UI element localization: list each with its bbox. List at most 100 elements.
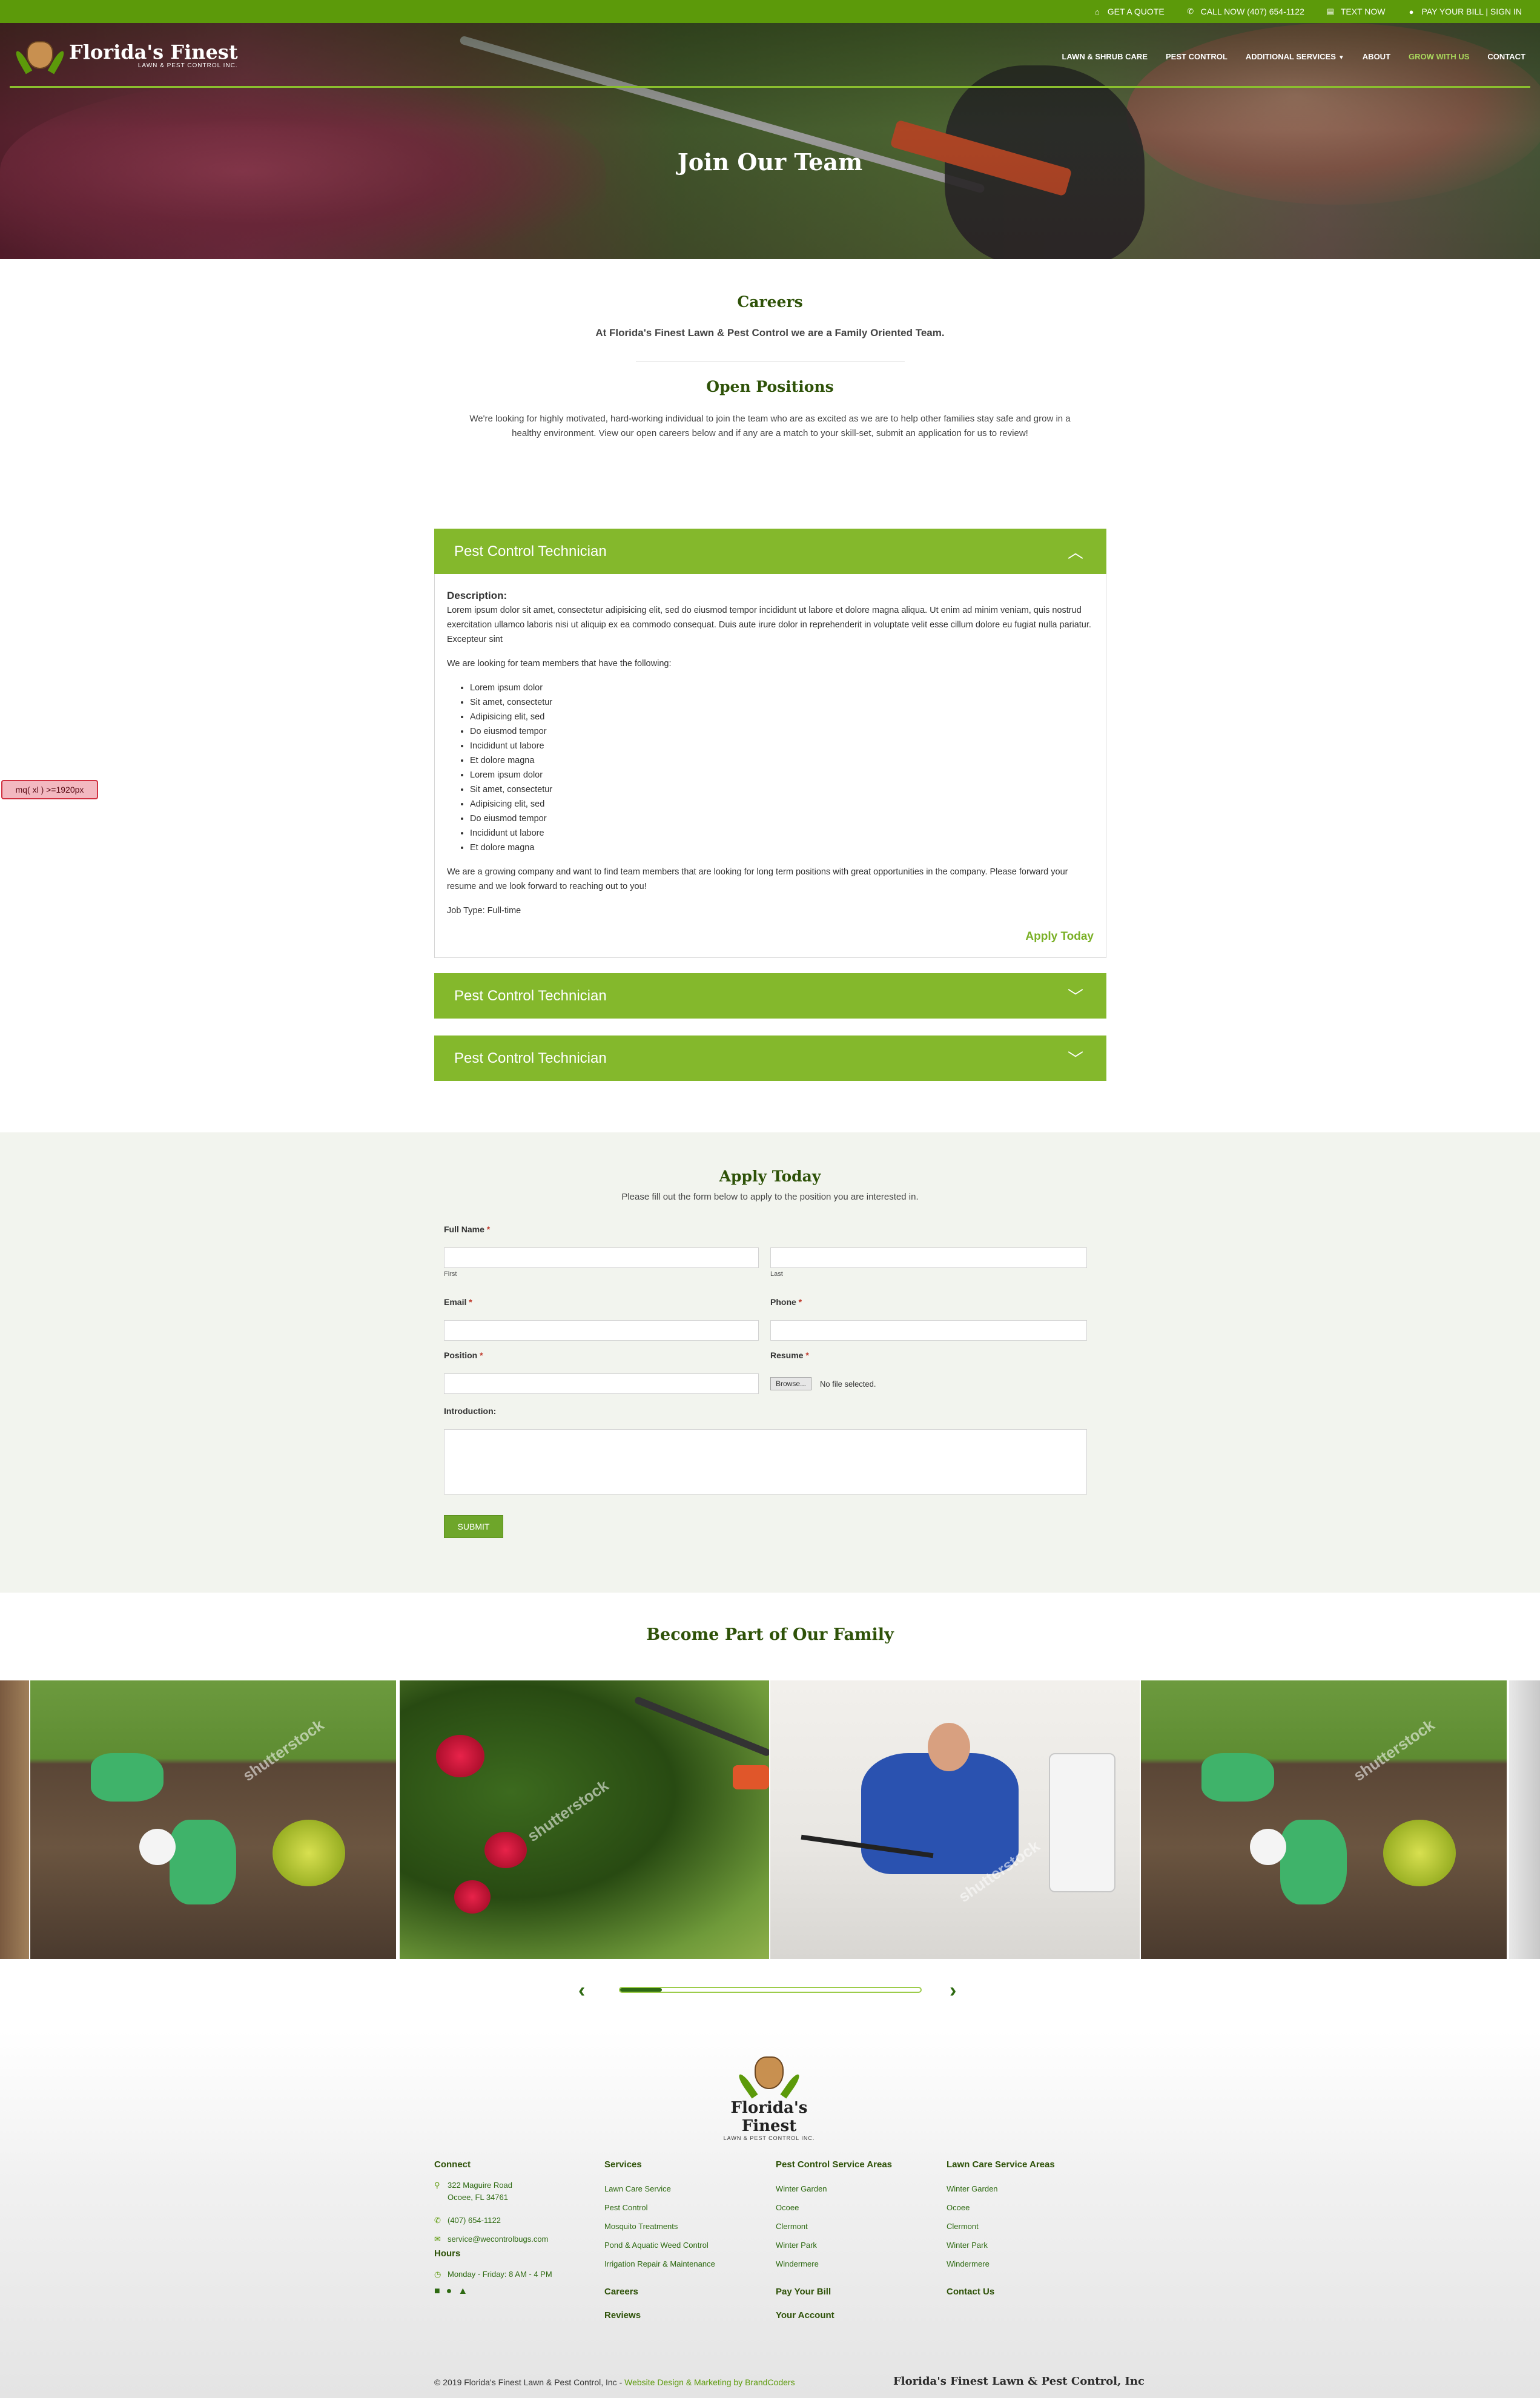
footer-connect-column: Connect ⚲ 322 Maguire Road Ocoee, FL 3476… [434, 2159, 552, 2297]
gallery-next-button[interactable]: › [950, 1979, 956, 2003]
full-name-label: Full Name * [444, 1224, 491, 1234]
footer-phone-link[interactable]: ✆ (407) 654-1122 [434, 2211, 552, 2230]
gallery-slide-lawn-spray-2[interactable]: shutterstock [1141, 1680, 1507, 1959]
nav-lawn-shrub-care[interactable]: LAWN & SHRUB CARE [1062, 52, 1148, 61]
gallery-slide-indoor-tech[interactable]: shutterstock [770, 1680, 1140, 1959]
footer-careers-link[interactable]: Careers [604, 2287, 715, 2297]
footer-link[interactable]: Irrigation Repair & Maintenance [604, 2254, 715, 2273]
nav-grow-with-us[interactable]: GROW WITH US [1409, 52, 1469, 61]
footer-link[interactable]: Winter Garden [947, 2179, 1055, 2198]
chat-icon: ▤ [1326, 7, 1335, 16]
position-field[interactable] [444, 1373, 759, 1394]
footer-logo-name: Florida's Finest [730, 2099, 808, 2135]
footer-logo-subtitle: LAWN & PEST CONTROL INC. [723, 2135, 815, 2141]
footer-account-link[interactable]: Your Account [776, 2310, 892, 2320]
top-bar: ⌂ GET A QUOTE ✆ CALL NOW (407) 654-1122 … [0, 0, 1540, 23]
clock-icon: ◷ [434, 2270, 441, 2279]
submit-button[interactable]: SUBMIT [444, 1515, 503, 1538]
last-name-input[interactable] [770, 1247, 1087, 1268]
list-item: Incididunt ut labore [470, 826, 1094, 841]
apply-today-link[interactable]: Apply Today [1025, 930, 1094, 944]
resume-browse-button[interactable]: Browse... [770, 1377, 812, 1390]
list-item: Sit amet, consectetur [470, 782, 1094, 797]
last-sublabel: Last [770, 1270, 783, 1278]
gallery-progress-track[interactable] [619, 1987, 922, 1993]
call-now-link[interactable]: ✆ CALL NOW (407) 654-1122 [1186, 7, 1304, 16]
footer-link[interactable]: Ocoee [947, 2198, 1055, 2217]
footer-link[interactable]: Clermont [947, 2217, 1055, 2236]
position-accordion-header-2[interactable]: Pest Control Technician ﹀ [434, 973, 1106, 1019]
footer-link[interactable]: Windermere [947, 2254, 1055, 2273]
gallery-heading: Become Part of Our Family [646, 1625, 894, 1644]
position-accordion-header-1[interactable]: Pest Control Technician ︿ [434, 529, 1106, 574]
facebook-icon[interactable]: ■ [434, 2286, 440, 2297]
gallery-slide-rose-spray[interactable]: shutterstock [400, 1680, 769, 1959]
list-item: Et dolore magna [470, 753, 1094, 768]
phone-field[interactable] [770, 1320, 1087, 1341]
resume-label: Resume * [770, 1350, 809, 1360]
hours-heading: Hours [434, 2248, 461, 2259]
twitter-icon[interactable]: ▲ [458, 2286, 468, 2297]
pinterest-icon[interactable]: ● [446, 2286, 452, 2297]
footer-link[interactable]: Winter Park [776, 2236, 892, 2254]
copyright: © 2019 Florida's Finest Lawn & Pest Cont… [434, 2377, 795, 2387]
nav-pest-control[interactable]: PEST CONTROL [1166, 52, 1228, 61]
footer-link[interactable]: Mosquito Treatments [604, 2217, 715, 2236]
pay-bill-link[interactable]: ● PAY YOUR BILL | SIGN IN [1407, 7, 1522, 16]
site-logo[interactable]: Florida's Finest LAWN & PEST CONTROL INC… [13, 36, 238, 74]
description-text: Lorem ipsum dolor sit amet, consectetur … [447, 606, 1091, 644]
logo-text: Florida's Finest LAWN & PEST CONTROL INC… [69, 42, 238, 69]
footer-link[interactable]: Pest Control [604, 2198, 715, 2217]
introduction-textarea[interactable] [444, 1429, 1087, 1495]
shrub-shape [273, 1820, 345, 1886]
introduction-label: Introduction: [444, 1406, 497, 1416]
description-label: Description: [447, 590, 507, 601]
footer-pay-bill-link[interactable]: Pay Your Bill [776, 2287, 892, 2297]
footer-link[interactable]: Winter Garden [776, 2179, 892, 2198]
position-accordion-header-3[interactable]: Pest Control Technician ﹀ [434, 1036, 1106, 1081]
email-label: Email * [444, 1297, 472, 1307]
footer-link[interactable]: Clermont [776, 2217, 892, 2236]
credit-link[interactable]: Website Design & Marketing by BrandCoder… [624, 2377, 795, 2387]
careers-heading: Careers [737, 293, 803, 311]
footer-link[interactable]: Lawn Care Service [604, 2179, 715, 2198]
call-now-label: CALL NOW (407) 654-1122 [1200, 7, 1304, 16]
list-item: Incididunt ut labore [470, 739, 1094, 753]
list-item: Sit amet, consectetur [470, 695, 1094, 710]
copyright-text: © 2019 Florida's Finest Lawn & Pest Cont… [434, 2377, 623, 2387]
shrub-shape [1383, 1820, 1456, 1886]
list-item: Adipisicing elit, sed [470, 710, 1094, 724]
email-field[interactable] [444, 1320, 759, 1341]
flower-shape [436, 1735, 484, 1777]
list-item: Adipisicing elit, sed [470, 797, 1094, 811]
chevron-down-icon: ﹀ [1067, 988, 1083, 1006]
nav-additional-services-label: ADDITIONAL SERVICES [1245, 52, 1336, 61]
footer-link[interactable]: Windermere [776, 2254, 892, 2273]
list-item: Et dolore magna [470, 841, 1094, 855]
open-positions-body: We're looking for highly motivated, hard… [469, 414, 1071, 438]
media-query-debug-badge: mq( xl ) >=1920px [1, 780, 98, 799]
social-links: ■ ● ▲ [434, 2286, 552, 2297]
footer-link[interactable]: Pond & Aquatic Weed Control [604, 2236, 715, 2254]
nav-contact[interactable]: CONTACT [1487, 52, 1525, 61]
footer-link[interactable]: Winter Park [947, 2236, 1055, 2254]
get-quote-link[interactable]: ⌂ GET A QUOTE [1093, 7, 1165, 16]
footer-logo[interactable]: Florida's Finest LAWN & PEST CONTROL INC… [709, 2053, 830, 2141]
footer-email-link[interactable]: ✉ service@wecontrolbugs.com [434, 2230, 552, 2248]
text-now-link[interactable]: ▤ TEXT NOW [1326, 7, 1386, 16]
pay-bill-label: PAY YOUR BILL | SIGN IN [1421, 7, 1522, 16]
gallery-prev-button[interactable]: ‹ [578, 1979, 585, 2003]
position-title: Pest Control Technician [454, 543, 607, 560]
position-detail-panel: Description: Lorem ipsum dolor sit amet,… [434, 574, 1106, 958]
first-name-input[interactable] [444, 1247, 759, 1268]
nav-additional-services[interactable]: ADDITIONAL SERVICES ▼ [1246, 52, 1344, 61]
footer-reviews-link[interactable]: Reviews [604, 2310, 715, 2320]
footer-contact-link[interactable]: Contact Us [947, 2287, 1055, 2297]
glove-shape [1280, 1820, 1347, 1904]
connect-heading: Connect [434, 2159, 471, 2170]
footer-link[interactable]: Ocoee [776, 2198, 892, 2217]
gallery-slide-lawn-spray[interactable]: shutterstock [30, 1680, 396, 1959]
sprayer-handle [733, 1765, 769, 1789]
nav-about[interactable]: ABOUT [1363, 52, 1390, 61]
watermark: shutterstock [239, 1716, 328, 1785]
